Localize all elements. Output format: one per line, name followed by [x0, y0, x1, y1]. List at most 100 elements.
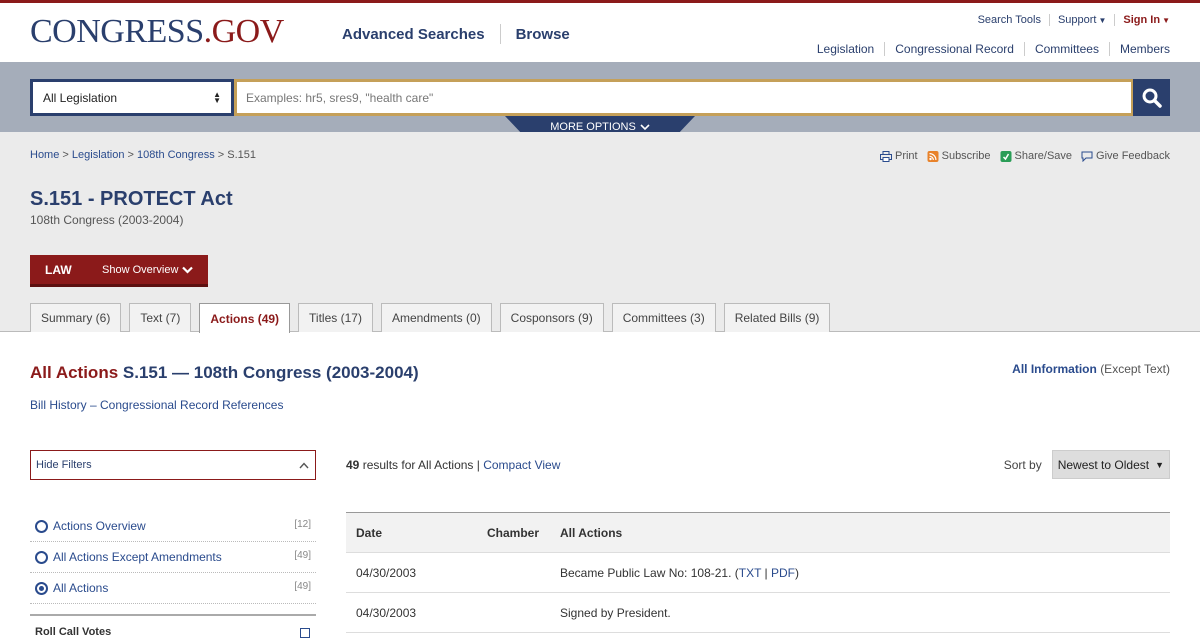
sort-value: Newest to Oldest — [1057, 457, 1150, 472]
all-information-link[interactable]: All Information — [1012, 362, 1097, 376]
rss-icon — [927, 150, 939, 162]
actions-table: Date Chamber All Actions 04/30/2003 Beca… — [346, 512, 1170, 633]
sort-control: Sort by Newest to Oldest ▼ — [1004, 450, 1170, 479]
roll-call-votes-filter[interactable]: Roll Call Votes — [30, 614, 316, 638]
filter-all-actions[interactable]: All Actions [49] — [30, 573, 316, 604]
filter-all-except-amendments[interactable]: All Actions Except Amendments [49] — [30, 542, 316, 573]
action-text-suffix: ) — [795, 565, 800, 580]
chevron-up-icon — [299, 461, 309, 468]
congress-subtitle: 108th Congress (2003-2004) — [30, 213, 184, 227]
select-arrows-icon: ▲ ▼ — [213, 89, 221, 105]
nav-browse[interactable]: Browse — [516, 26, 570, 43]
show-overview-toggle[interactable]: Show Overview — [102, 263, 194, 276]
chevron-down-icon — [182, 266, 194, 274]
all-information-note: (Except Text) — [1100, 362, 1170, 376]
share-save-tool[interactable]: Share/Save — [1000, 150, 1072, 162]
search-band: All Legislation ▲ ▼ Examples: hr5, sres9,… — [0, 62, 1200, 138]
sign-in-menu[interactable]: Sign In ▼ — [1114, 14, 1170, 26]
status-badge: LAW — [45, 262, 72, 277]
share-save-label: Share/Save — [1014, 150, 1073, 162]
filter-label: All Actions Except Amendments — [53, 550, 222, 564]
filter-option: All Actions Except Amendments — [30, 550, 222, 564]
tab-text[interactable]: Text (7) — [129, 303, 192, 332]
support-label: Support — [1057, 14, 1097, 26]
subscribe-label: Subscribe — [941, 150, 991, 162]
nav-divider — [499, 24, 501, 44]
search-tools-link[interactable]: Search Tools — [970, 14, 1049, 26]
results-text: results for All Actions | — [362, 458, 480, 472]
bill-history-link[interactable]: Bill History – Congressional Record Refe… — [30, 398, 283, 412]
caret-down-icon: ▼ — [1162, 16, 1170, 25]
search-button[interactable] — [1133, 79, 1170, 116]
search-input[interactable]: Examples: hr5, sres9, "health care" — [234, 79, 1134, 116]
main-nav: Advanced Searches Browse — [342, 24, 570, 44]
bill-history-wrap: Bill History – Congressional Record Refe… — [30, 398, 283, 412]
breadcrumb-legislation[interactable]: Legislation — [72, 149, 125, 161]
site-header: CONGRESS.GOV Advanced Searches Browse Se… — [0, 3, 1200, 62]
link-separator: | — [761, 565, 772, 580]
search-scope-value: All Legislation — [43, 90, 118, 105]
search-scope-select[interactable]: All Legislation ▲ ▼ — [30, 79, 234, 116]
print-tool[interactable]: Print — [879, 150, 918, 162]
hide-filters-button[interactable]: Hide Filters — [30, 450, 316, 480]
page-tools: Print Subscribe Share/Save Give Feedback — [871, 150, 1170, 162]
filter-label: Actions Overview — [53, 519, 146, 533]
tab-committees[interactable]: Committees (3) — [611, 303, 716, 332]
show-overview-label: Show Overview — [102, 263, 179, 276]
nav-members[interactable]: Members — [1108, 42, 1170, 56]
print-icon — [879, 150, 892, 162]
txt-link[interactable]: TXT — [739, 566, 761, 580]
sort-select[interactable]: Newest to Oldest ▼ — [1051, 450, 1170, 479]
pdf-link[interactable]: PDF — [771, 566, 795, 580]
sort-label: Sort by — [1003, 457, 1042, 472]
tab-amendments[interactable]: Amendments (0) — [380, 303, 492, 332]
all-information-link-wrap: All Information (Except Text) — [1012, 362, 1170, 376]
nav-committees[interactable]: Committees — [1023, 42, 1109, 56]
tab-actions[interactable]: Actions (49) — [199, 303, 291, 333]
section-heading-bill: S.151 — 108th Congress (2003-2004) — [122, 363, 419, 382]
action-chamber — [477, 592, 550, 633]
breadcrumb-current: S.151 — [227, 149, 256, 161]
page-title: S.151 - PROTECT Act — [30, 188, 233, 210]
action-text-prefix: Became Public Law No: 108-21. ( — [560, 565, 739, 580]
law-status-bar: LAW Show Overview — [30, 255, 208, 287]
tab-titles[interactable]: Titles (17) — [298, 303, 373, 332]
action-date: 04/30/2003 — [346, 552, 477, 593]
action-text: Signed by President. — [550, 592, 1170, 633]
filter-count: [12] — [294, 519, 311, 530]
tab-related-bills[interactable]: Related Bills (9) — [723, 303, 831, 332]
breadcrumb-congress[interactable]: 108th Congress — [137, 149, 215, 161]
tab-cosponsors[interactable]: Cosponsors (9) — [499, 303, 604, 332]
tab-summary[interactable]: Summary (6) — [30, 303, 122, 332]
column-chamber[interactable]: Chamber — [477, 512, 550, 553]
nav-advanced-searches[interactable]: Advanced Searches — [342, 26, 485, 43]
filter-count: [49] — [294, 581, 311, 592]
feedback-icon — [1081, 151, 1093, 162]
column-date[interactable]: Date — [346, 512, 477, 553]
give-feedback-label: Give Feedback — [1096, 150, 1170, 162]
compact-view-link[interactable]: Compact View — [483, 458, 560, 472]
filter-actions-overview[interactable]: Actions Overview [12] — [30, 511, 316, 542]
nav-legislation[interactable]: Legislation — [807, 42, 884, 56]
results-summary: 49 results for All Actions | Compact Vie… — [346, 458, 560, 472]
bill-tabs: Summary (6) Text (7) Actions (49) Titles… — [30, 303, 838, 333]
share-icon — [1000, 150, 1012, 162]
caret-down-icon: ▼ — [1155, 459, 1164, 470]
search-icon — [1142, 88, 1162, 108]
print-label: Print — [894, 150, 918, 162]
congress-gov-logo[interactable]: CONGRESS.GOV — [30, 15, 284, 49]
filter-count: [49] — [294, 550, 311, 561]
filter-option: Actions Overview — [30, 519, 146, 533]
support-menu[interactable]: Support ▼ — [1048, 14, 1114, 26]
subscribe-tool[interactable]: Subscribe — [927, 150, 991, 162]
nav-congressional-record[interactable]: Congressional Record — [884, 42, 1024, 56]
sign-in-label: Sign In — [1123, 14, 1161, 26]
breadcrumb-home[interactable]: Home — [30, 149, 59, 161]
caret-down-icon: ▼ — [1098, 16, 1107, 25]
section-heading: All Actions S.151 — 108th Congress (2003… — [30, 363, 419, 383]
table-row: 04/30/2003 Signed by President. — [346, 592, 1170, 633]
radio-icon — [35, 519, 48, 533]
column-all-actions[interactable]: All Actions — [550, 512, 1170, 553]
filter-label: All Actions — [53, 581, 109, 595]
give-feedback-tool[interactable]: Give Feedback — [1081, 150, 1170, 162]
